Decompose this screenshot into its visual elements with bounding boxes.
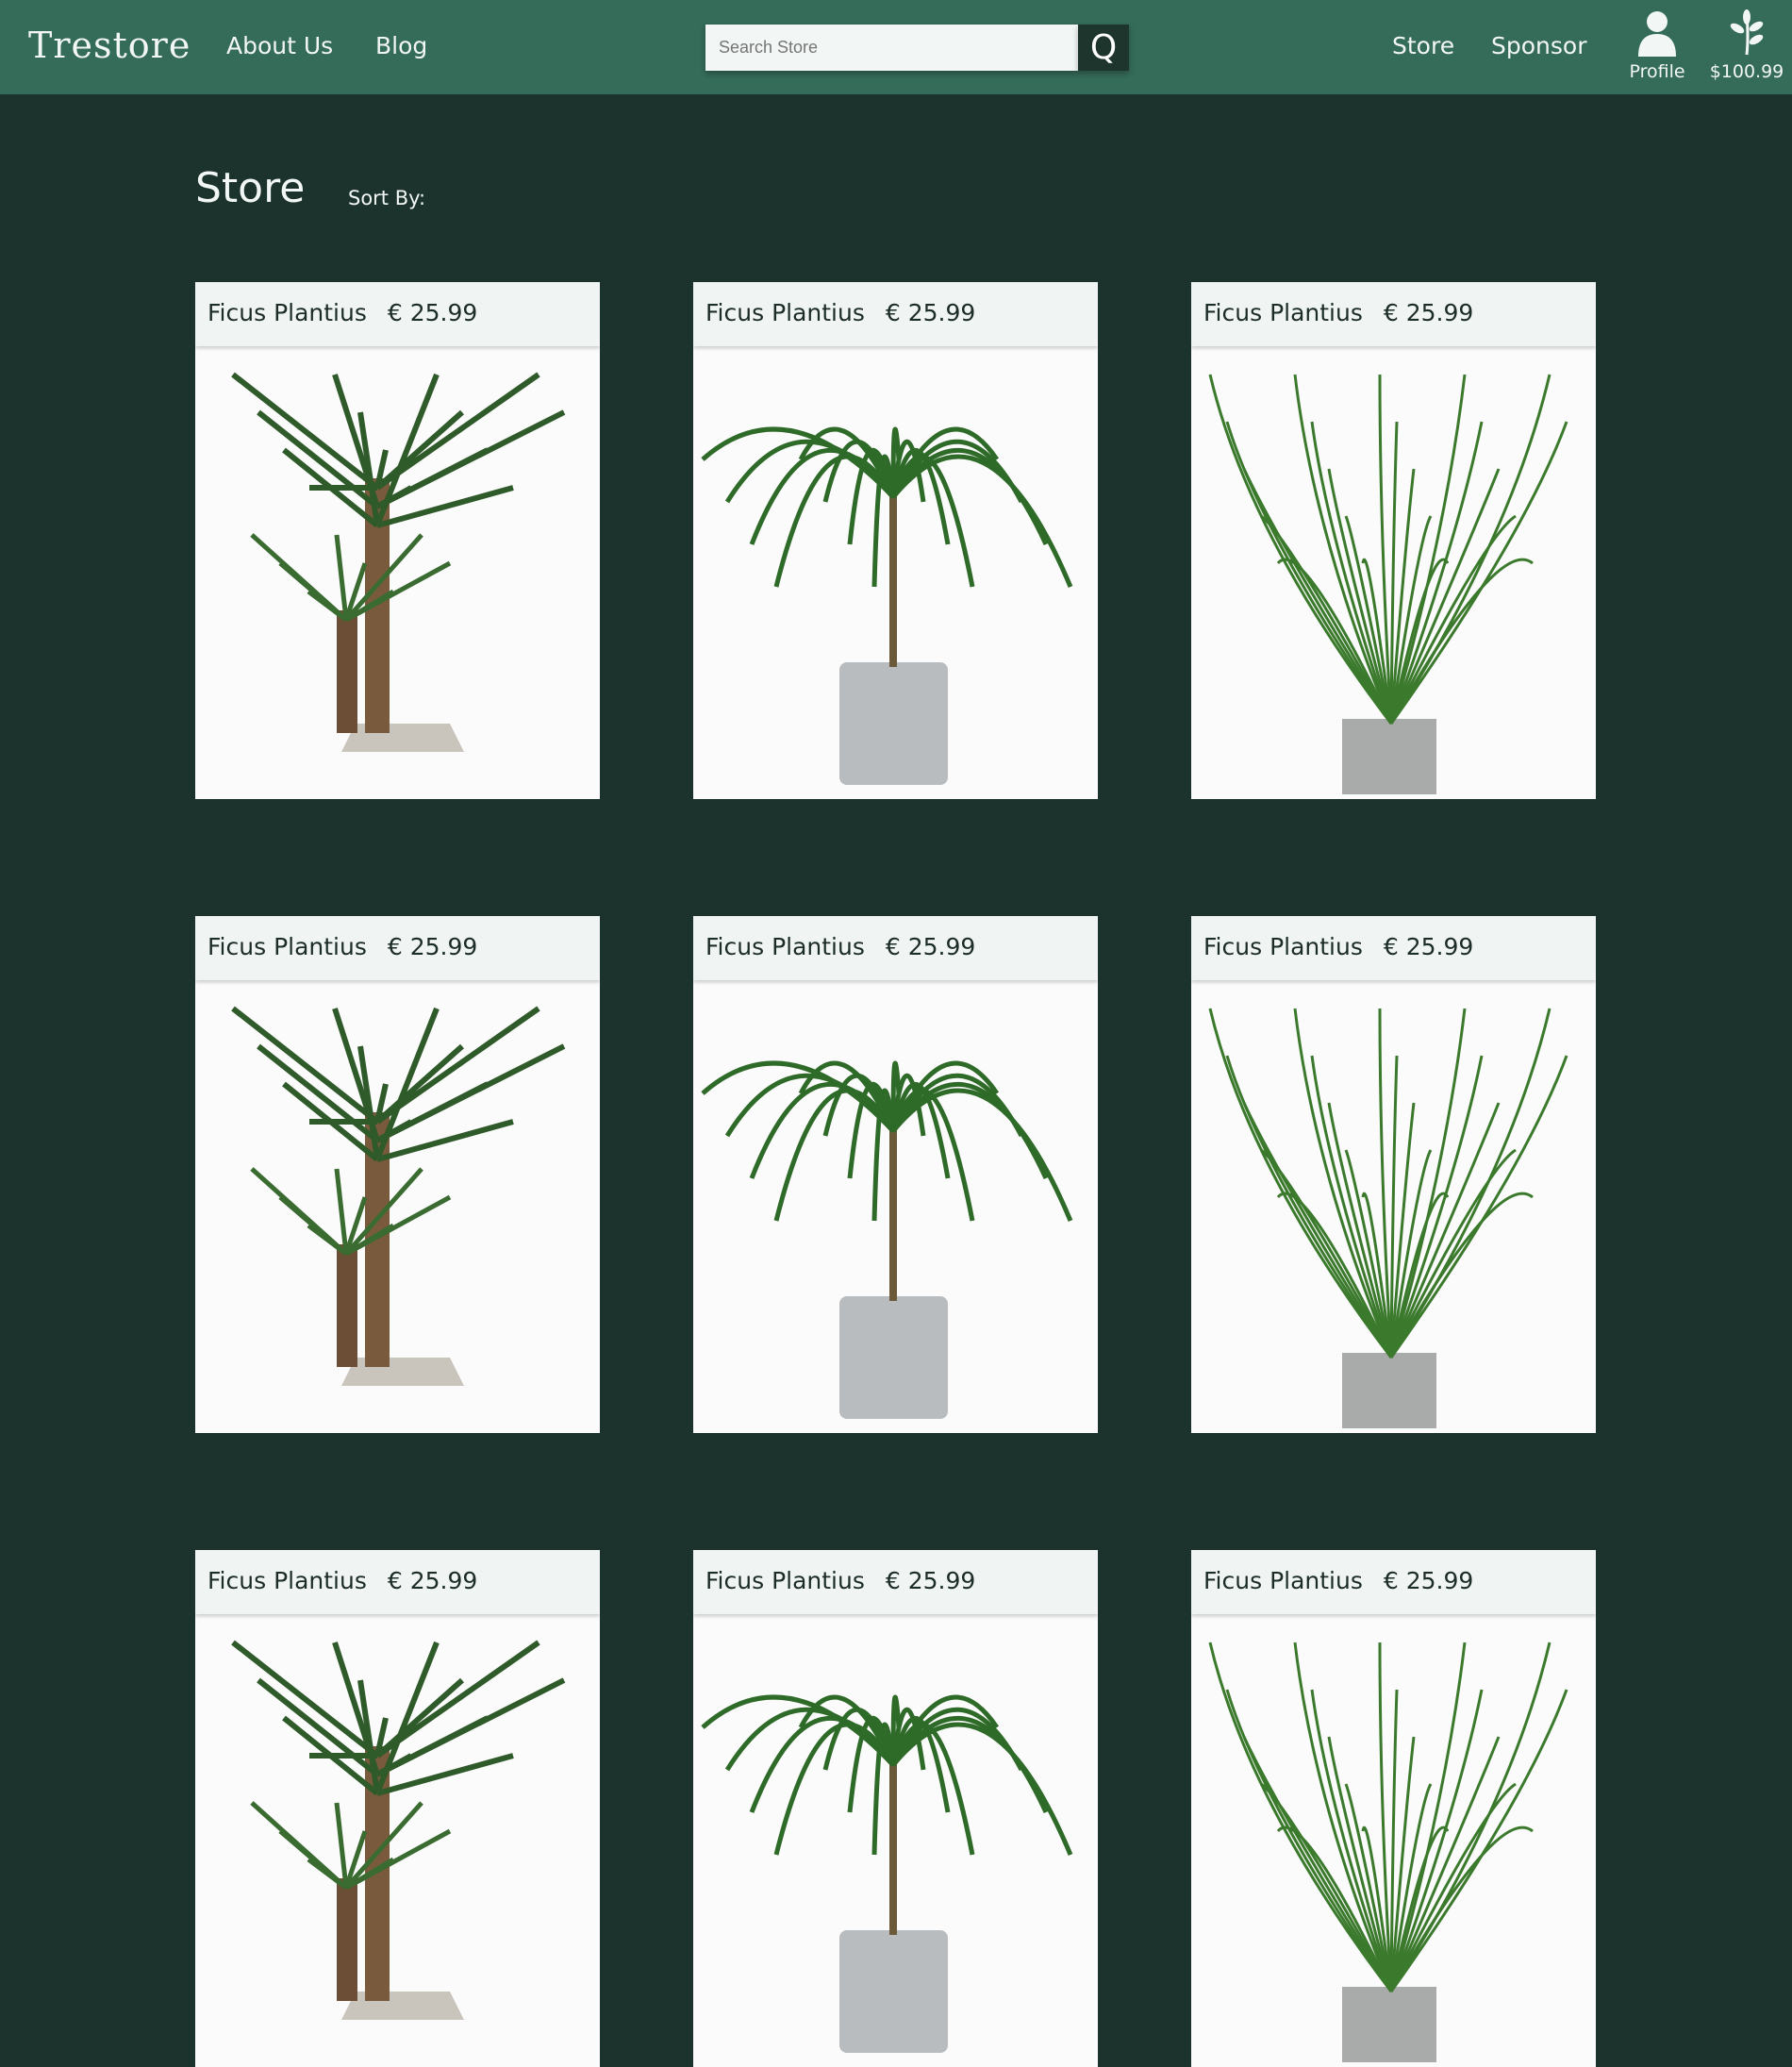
balance-button[interactable]: $100.99 bbox=[1707, 9, 1786, 82]
product-price: € 25.99 bbox=[1383, 299, 1474, 326]
card-header: Ficus Plantius € 25.99 bbox=[195, 1550, 600, 1614]
product-card: Ficus Plantius € 25.99 bbox=[1191, 1550, 1596, 2067]
balance-amount: $100.99 bbox=[1709, 61, 1784, 82]
product-image[interactable] bbox=[1191, 980, 1596, 1433]
search-button[interactable]: Q bbox=[1078, 25, 1129, 71]
product-price: € 25.99 bbox=[387, 933, 478, 960]
page-title: Store bbox=[195, 164, 306, 212]
product-card: Ficus Plantius€ 25.99 Add to Cart View D… bbox=[693, 282, 1098, 799]
nav-store[interactable]: Store bbox=[1392, 32, 1454, 59]
product-image[interactable] bbox=[1191, 346, 1596, 799]
product-image[interactable] bbox=[195, 346, 600, 799]
product-name: Ficus Plantius bbox=[705, 933, 865, 960]
sort-by-dropdown[interactable]: Sort By: bbox=[348, 187, 425, 209]
product-card: Ficus Plantius € 25.99 bbox=[195, 1550, 600, 2067]
product-price: € 25.99 bbox=[1383, 1567, 1474, 1594]
card-header: Ficus Plantius € 25.99 bbox=[693, 1550, 1098, 1614]
product-image[interactable] bbox=[693, 1614, 1098, 2067]
top-nav: Trestore About Us Blog Q Store Sponsor P… bbox=[0, 0, 1792, 94]
product-card: Ficus Plantius€ 25.99 Add to Cart View D… bbox=[195, 916, 600, 1433]
product-card: Ficus Plantius€ 25.99 Add to Cart View D… bbox=[195, 282, 600, 799]
nav-blog[interactable]: Blog bbox=[375, 32, 427, 59]
product-price: € 25.99 bbox=[885, 1567, 976, 1594]
card-header: Ficus Plantius € 25.99 bbox=[1191, 282, 1596, 346]
product-image[interactable] bbox=[195, 980, 600, 1433]
product-price: € 25.99 bbox=[387, 1567, 478, 1594]
nav-sponsor[interactable]: Sponsor bbox=[1491, 32, 1586, 59]
card-header: Ficus Plantius € 25.99 bbox=[195, 916, 600, 980]
product-price: € 25.99 bbox=[885, 299, 976, 326]
product-image[interactable] bbox=[195, 1614, 600, 2067]
profile-label: Profile bbox=[1629, 61, 1685, 82]
logo[interactable]: Trestore bbox=[28, 25, 191, 66]
product-name: Ficus Plantius bbox=[1203, 933, 1363, 960]
product-name: Ficus Plantius bbox=[1203, 299, 1363, 326]
product-name: Ficus Plantius bbox=[207, 299, 367, 326]
card-header: Ficus Plantius € 25.99 bbox=[693, 916, 1098, 980]
profile-button[interactable]: Profile bbox=[1624, 9, 1690, 82]
product-card: Ficus Plantius € 25.99 bbox=[693, 1550, 1098, 2067]
product-name: Ficus Plantius bbox=[207, 933, 367, 960]
product-name: Ficus Plantius bbox=[705, 1567, 865, 1594]
plant-sprout-icon bbox=[1730, 9, 1764, 56]
product-card: Ficus Plantius€ 25.99 Add to Cart View D… bbox=[693, 916, 1098, 1433]
product-price: € 25.99 bbox=[1383, 933, 1474, 960]
product-image[interactable] bbox=[693, 346, 1098, 799]
card-header: Ficus Plantius € 25.99 bbox=[1191, 1550, 1596, 1614]
product-name: Ficus Plantius bbox=[207, 1567, 367, 1594]
product-name: Ficus Plantius bbox=[705, 299, 865, 326]
product-card: Ficus Plantius€ 25.99 Add to Cart View D… bbox=[1191, 916, 1596, 1433]
user-icon bbox=[1638, 11, 1676, 57]
search-input[interactable] bbox=[705, 25, 1078, 71]
product-image[interactable] bbox=[693, 980, 1098, 1433]
card-header: Ficus Plantius € 25.99 bbox=[195, 282, 600, 346]
product-price: € 25.99 bbox=[885, 933, 976, 960]
card-header: Ficus Plantius € 25.99 bbox=[693, 282, 1098, 346]
product-name: Ficus Plantius bbox=[1203, 1567, 1363, 1594]
product-image[interactable] bbox=[1191, 1614, 1596, 2067]
nav-about-us[interactable]: About Us bbox=[226, 32, 333, 59]
card-header: Ficus Plantius € 25.99 bbox=[1191, 916, 1596, 980]
product-card: Ficus Plantius€ 25.99 Add to Cart View D… bbox=[1191, 282, 1596, 799]
product-price: € 25.99 bbox=[387, 299, 478, 326]
